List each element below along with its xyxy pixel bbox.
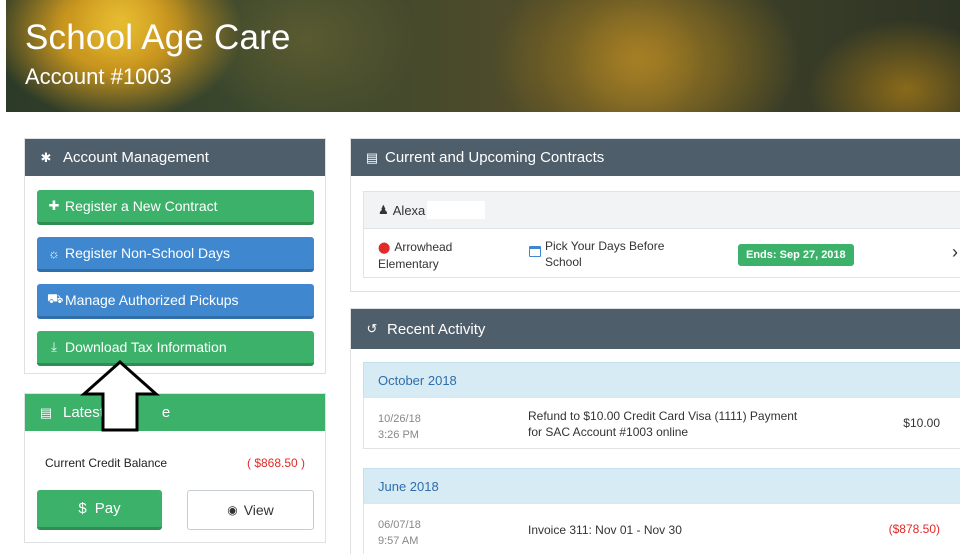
activity-desc-line2: for SAC Account #1003 online <box>528 425 689 439</box>
account-management-header: ✱ Account Management <box>25 139 325 176</box>
document-icon: ▤ <box>365 149 379 165</box>
account-management-title: Account Management <box>63 149 209 166</box>
redacted-name-block <box>427 201 486 219</box>
activity-row[interactable]: 06/07/18 9:57 AM Invoice 311: Nov 01 - N… <box>363 503 960 554</box>
schedule-line2: School <box>545 255 582 269</box>
contract-location: ⬤ Arrowhead Elementary <box>378 239 452 272</box>
download-tax-information-label: Download Tax Information <box>65 339 227 355</box>
activity-date-value: 06/07/18 <box>378 519 421 531</box>
contract-row[interactable]: ⬤ Arrowhead Elementary Pick Your Days Bef… <box>363 228 960 278</box>
eye-icon: ◉ <box>227 503 238 517</box>
month-header-june-2018: June 2018 <box>363 468 960 504</box>
latest-invoice-title-tail: e <box>161 404 171 421</box>
manage-authorized-pickups-button[interactable]: ⛟ Manage Authorized Pickups <box>37 284 314 319</box>
account-management-panel: ✱ Account Management ✚ Register a New Co… <box>24 138 326 374</box>
map-pin-icon: ⬤ <box>378 242 391 254</box>
activity-description: Invoice 311: Nov 01 - Nov 30 <box>528 522 828 538</box>
activity-date: 06/07/18 9:57 AM <box>378 517 421 549</box>
contracts-title: Current and Upcoming Contracts <box>385 149 605 166</box>
gear-icon: ✱ <box>40 149 52 165</box>
page-title: School Age Care <box>25 18 291 57</box>
activity-time-value: 3:26 PM <box>378 429 419 441</box>
register-new-contract-label: Register a New Contract <box>65 198 218 214</box>
contract-end-badge: Ends: Sep 27, 2018 <box>738 244 854 266</box>
contracts-header: ▤ Current and Upcoming Contracts <box>351 139 960 176</box>
view-label: View <box>243 502 274 518</box>
activity-date-value: 10/26/18 <box>378 413 421 425</box>
month-header-october-2018: October 2018 <box>363 362 960 398</box>
header-banner: School Age Care Account #1003 <box>6 0 960 112</box>
activity-time-value: 9:57 AM <box>378 535 419 547</box>
contract-schedule: Pick Your Days Before School <box>529 238 664 270</box>
pay-label: Pay <box>94 500 121 517</box>
recent-activity-header: ↺ Recent Activity <box>351 309 960 349</box>
sun-icon: ☼ <box>48 245 60 261</box>
contracts-panel: ▤ Current and Upcoming Contracts ♟ Alexa… <box>350 138 960 292</box>
up-arrow-annotation-icon <box>80 360 160 432</box>
activity-desc-line1: Refund to $10.00 Credit Card Visa (1111)… <box>528 409 798 423</box>
child-name: Alexa <box>392 202 426 218</box>
recent-activity-panel: ↺ Recent Activity October 2018 10/26/18 … <box>350 308 960 554</box>
register-non-school-days-label: Register Non-School Days <box>65 245 230 261</box>
activity-description: Refund to $10.00 Credit Card Visa (1111)… <box>528 408 828 440</box>
latest-invoice-panel: ▤ Latest e Current Credit Balance ( $868… <box>24 393 326 543</box>
credit-balance-value: ( $868.50 ) <box>247 456 306 470</box>
dollar-icon: $ <box>78 500 87 517</box>
child-row[interactable]: ♟ Alexa <box>363 191 960 229</box>
activity-amount: ($878.50) <box>888 522 940 536</box>
register-non-school-days-button[interactable]: ☼ Register Non-School Days <box>37 237 314 272</box>
location-line2: Elementary <box>378 257 439 271</box>
chevron-right-icon[interactable]: › <box>952 242 958 263</box>
credit-balance-label: Current Credit Balance <box>45 456 168 470</box>
location-line1: Arrowhead <box>394 240 453 254</box>
activity-row[interactable]: 10/26/18 3:26 PM Refund to $10.00 Credit… <box>363 397 960 449</box>
account-number: Account #1003 <box>25 64 172 89</box>
banner-flower-image <box>526 0 746 112</box>
history-icon: ↺ <box>366 321 378 336</box>
view-button[interactable]: ◉ View <box>187 490 314 530</box>
recent-activity-title: Recent Activity <box>387 320 486 338</box>
download-tax-information-button[interactable]: ⤓ Download Tax Information <box>37 331 314 366</box>
schedule-line1: Pick Your Days Before <box>545 239 665 253</box>
pay-button[interactable]: $ Pay <box>37 490 162 530</box>
plus-icon: ✚ <box>48 198 60 213</box>
download-icon: ⤓ <box>51 339 57 354</box>
child-icon: ♟ <box>378 203 389 217</box>
calendar-icon <box>529 246 541 257</box>
latest-invoice-header: ▤ Latest e <box>25 394 325 431</box>
activity-amount: $10.00 <box>903 416 940 430</box>
activity-desc-line1: Invoice 311: Nov 01 - Nov 30 <box>528 523 682 537</box>
activity-date: 10/26/18 3:26 PM <box>378 411 421 443</box>
manage-authorized-pickups-label: Manage Authorized Pickups <box>65 292 239 308</box>
register-new-contract-button[interactable]: ✚ Register a New Contract <box>37 190 314 225</box>
document-icon: ▤ <box>39 404 53 420</box>
car-icon: ⛟ <box>47 291 64 306</box>
